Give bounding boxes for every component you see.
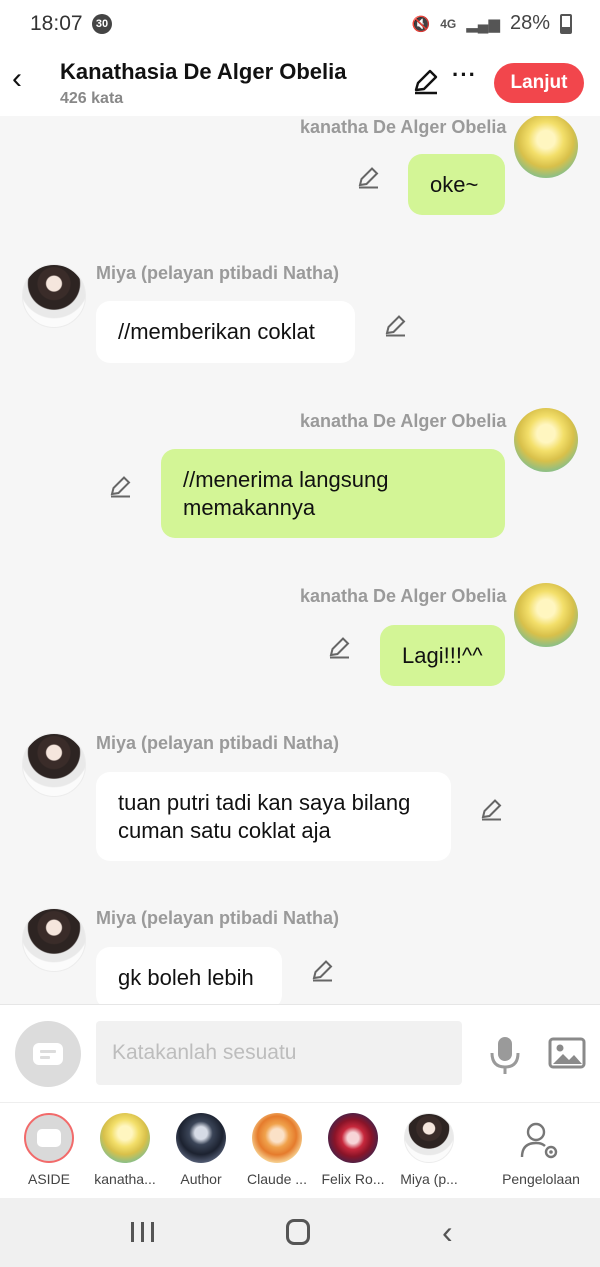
character-label: Claude ... <box>247 1171 307 1187</box>
message-input-bar <box>0 1004 600 1102</box>
avatar <box>328 1113 378 1163</box>
manage-button[interactable]: Pengelolaan <box>496 1103 586 1199</box>
edit-message-icon[interactable] <box>108 473 134 499</box>
sender-name: Miya (pelayan ptibadi Natha) <box>96 908 340 928</box>
character-item-claude[interactable]: Claude ... <box>238 1103 314 1199</box>
network-type: 4G <box>440 16 457 31</box>
mute-icon: 🔇 <box>411 15 431 33</box>
character-item-aside[interactable]: ASIDE <box>10 1103 86 1199</box>
chat-bubble-icon <box>33 1043 63 1065</box>
message-bubble[interactable]: tuan putri tadi kan saya bilang cuman sa… <box>96 772 451 861</box>
avatar <box>176 1113 226 1163</box>
edit-message-icon[interactable] <box>327 634 353 660</box>
edit-pencil-icon[interactable] <box>412 68 440 96</box>
chat-bubble-icon <box>37 1129 61 1147</box>
avatar[interactable] <box>22 733 86 797</box>
character-item-author[interactable]: Author <box>162 1103 238 1199</box>
edit-message-icon[interactable] <box>356 164 382 190</box>
sender-name: Miya (pelayan ptibadi Natha) <box>96 733 340 753</box>
back-arrow-icon[interactable]: ‹ <box>12 62 36 96</box>
avatar <box>100 1113 150 1163</box>
character-label: Felix Ro... <box>321 1171 385 1187</box>
user-settings-icon <box>520 1122 558 1159</box>
signal-icon: ▂▄▆ <box>466 15 500 33</box>
avatar <box>404 1113 454 1163</box>
message-bubble[interactable]: //memberikan coklat <box>96 301 355 363</box>
sender-name: kanatha De Alger Obelia <box>300 117 507 137</box>
next-button[interactable]: Lanjut <box>494 63 584 103</box>
avatar[interactable] <box>514 408 578 472</box>
page-title: Kanathasia De Alger Obelia <box>60 59 347 84</box>
notification-count-badge: 30 <box>92 14 112 34</box>
avatar[interactable] <box>514 583 578 647</box>
edit-message-icon[interactable] <box>383 312 409 338</box>
image-icon[interactable] <box>548 1037 586 1069</box>
avatar[interactable] <box>22 908 86 972</box>
message-bubble[interactable]: oke~ <box>408 154 505 215</box>
chat-header: ‹ Kanathasia De Alger Obelia 426 kata ··… <box>0 48 600 116</box>
character-label: ASIDE <box>27 1171 70 1187</box>
character-bar: ASIDE kanatha... Author Claude ... Felix… <box>0 1102 600 1198</box>
aside-avatar <box>24 1113 74 1163</box>
avatar[interactable] <box>514 116 578 178</box>
character-label: Author <box>180 1171 222 1187</box>
character-label: kanatha... <box>94 1171 156 1187</box>
character-item-kanatha[interactable]: kanatha... <box>86 1103 162 1199</box>
message-bubble[interactable]: gk boleh lebih <box>96 947 282 1004</box>
microphone-icon[interactable] <box>488 1035 522 1075</box>
avatar <box>252 1113 302 1163</box>
edit-message-icon[interactable] <box>479 796 505 822</box>
sender-name: Miya (pelayan ptibadi Natha) <box>96 263 340 283</box>
word-count: 426 kata <box>60 90 124 107</box>
sender-name: kanatha De Alger Obelia <box>300 411 507 431</box>
edit-message-icon[interactable] <box>310 957 336 983</box>
chat-messages[interactable]: kanatha De Alger Obelia oke~ Miya (pelay… <box>0 116 600 1004</box>
character-label: Miya (p... <box>400 1171 458 1187</box>
character-item-miya[interactable]: Miya (p... <box>390 1103 466 1199</box>
aside-toggle-button[interactable] <box>15 1021 81 1087</box>
message-input[interactable] <box>96 1021 462 1085</box>
home-icon[interactable] <box>286 1219 310 1245</box>
manage-label: Pengelolaan <box>502 1171 580 1187</box>
message-bubble[interactable]: //menerima langsung memakannya <box>161 449 505 538</box>
status-bar: 18:07 30 🔇 4G ▂▄▆ 28% <box>0 0 600 48</box>
recent-apps-icon[interactable] <box>130 1220 156 1244</box>
character-item-felix[interactable]: Felix Ro... <box>314 1103 390 1199</box>
status-right: 🔇 4G ▂▄▆ 28% <box>412 12 572 35</box>
battery-percentage: 28% <box>509 12 550 34</box>
avatar[interactable] <box>22 264 86 328</box>
status-time: 18:07 <box>30 12 83 35</box>
message-bubble[interactable]: Lagi!!!^^ <box>380 625 505 686</box>
more-options-icon[interactable]: ··· <box>452 62 477 88</box>
nav-back-icon[interactable]: ‹ <box>442 1216 453 1248</box>
battery-icon <box>560 13 572 34</box>
system-nav-bar: ‹ <box>0 1198 600 1267</box>
sender-name: kanatha De Alger Obelia <box>300 586 507 606</box>
